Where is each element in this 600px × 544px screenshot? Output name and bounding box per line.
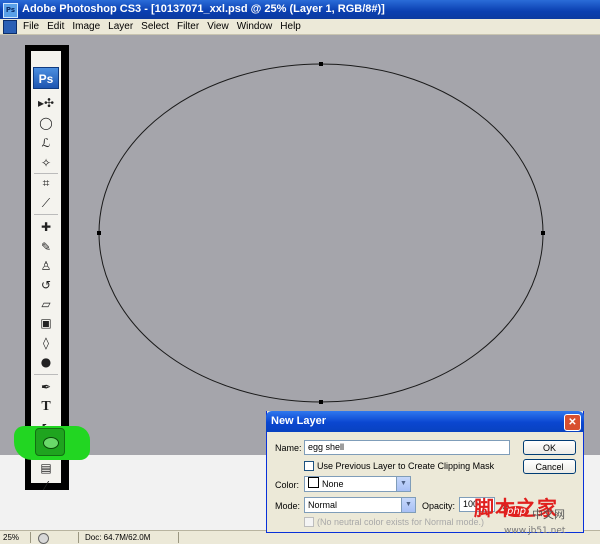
menu-image[interactable]: Image <box>68 19 104 34</box>
watermark-sub: 中文网 <box>532 508 565 521</box>
color-label: Color: <box>275 480 300 490</box>
chevron-down-icon[interactable]: ▼ <box>396 477 410 491</box>
ok-button[interactable]: OK <box>523 440 576 455</box>
menu-help[interactable]: Help <box>276 19 305 34</box>
watermark-url: www.jb51.net <box>504 526 566 536</box>
zoom-level[interactable]: 25% <box>3 531 19 544</box>
clipping-mask-checkbox[interactable] <box>304 461 314 471</box>
menu-window[interactable]: Window <box>233 19 277 34</box>
mode-label: Mode: <box>275 501 301 511</box>
name-label: Name: <box>275 443 302 453</box>
dialog-title: New Layer <box>271 415 327 427</box>
tools-panel: Ps ▸✣ ◯ ℒ ✧ ⌗ ⟋ ✚ ✎ ♙ ↺ ▱ ▣ ◊ ● ✒ T ↖ <box>25 45 69 490</box>
window-titlebar: Ps Adobe Photoshop CS3 - [10137071_xxl.p… <box>0 0 600 19</box>
healing-brush-icon[interactable]: ✚ <box>37 219 55 235</box>
ellipse-path <box>97 62 545 404</box>
chevron-down-icon[interactable]: ▼ <box>401 498 415 512</box>
dodge-icon[interactable]: ● <box>37 354 55 370</box>
menu-edit[interactable]: Edit <box>43 19 68 34</box>
photoshop-logo[interactable]: Ps <box>33 67 59 89</box>
menu-select[interactable]: Select <box>137 19 173 34</box>
menu-filter[interactable]: Filter <box>173 19 203 34</box>
cancel-button[interactable]: Cancel <box>523 459 576 474</box>
toolbar-divider <box>34 173 58 174</box>
opacity-label: Opacity: <box>422 501 456 511</box>
doc-size: Doc: 64.7M/62.0M <box>85 533 151 542</box>
pen-icon[interactable]: ✒ <box>37 379 55 395</box>
neutral-color-checkbox[interactable] <box>304 517 314 527</box>
navigator-icon[interactable] <box>38 533 49 544</box>
toolbar-divider <box>34 214 58 215</box>
status-divider <box>30 532 31 543</box>
magic-wand-icon[interactable]: ✧ <box>37 155 55 171</box>
menu-layer[interactable]: Layer <box>104 19 137 34</box>
status-divider <box>78 532 79 543</box>
status-divider <box>178 532 179 543</box>
history-brush-icon[interactable]: ↺ <box>37 277 55 293</box>
gradient-icon[interactable]: ▣ <box>37 315 55 331</box>
menu-bar: File Edit Image Layer Select Filter View… <box>0 19 600 35</box>
clipping-mask-label: Use Previous Layer to Create Clipping Ma… <box>317 461 495 471</box>
eraser-icon[interactable]: ▱ <box>37 296 55 312</box>
blur-icon[interactable]: ◊ <box>37 335 55 351</box>
move-tool-icon[interactable]: ▸✣ <box>37 95 55 111</box>
toolbar-divider <box>34 374 58 375</box>
window-title: Adobe Photoshop CS3 - [10137071_xxl.psd … <box>22 3 385 15</box>
clone-stamp-icon[interactable]: ♙ <box>37 258 55 274</box>
brush-icon[interactable]: ✎ <box>37 239 55 255</box>
color-select[interactable]: None ▼ <box>304 476 411 492</box>
dialog-titlebar[interactable]: New Layer ✕ <box>266 411 584 432</box>
crop-icon[interactable]: ⌗ <box>37 175 55 191</box>
eyedropper-icon[interactable]: ⁄ <box>37 478 55 494</box>
elliptical-marquee-icon[interactable]: ◯ <box>37 115 55 131</box>
notes-icon[interactable]: ▤ <box>37 460 55 476</box>
mode-select[interactable]: Normal ▼ <box>304 497 416 513</box>
menu-view[interactable]: View <box>203 19 233 34</box>
neutral-color-label: (No neutral color exists for Normal mode… <box>317 517 485 527</box>
close-icon[interactable]: ✕ <box>564 414 581 431</box>
app-icon: Ps <box>3 3 18 18</box>
shape-ellipse-icon[interactable] <box>35 428 65 456</box>
watermark-logo: 脚本之家 php 中文网 www.jb51.net <box>474 492 594 540</box>
color-swatch <box>308 477 319 488</box>
slice-icon[interactable]: ⟋ <box>37 195 55 211</box>
document-icon[interactable] <box>3 20 17 34</box>
menu-file[interactable]: File <box>19 19 43 34</box>
layer-name-input[interactable]: egg shell <box>304 440 510 455</box>
type-icon[interactable]: T <box>37 399 55 415</box>
mode-value: Normal <box>308 500 338 510</box>
color-value: None <box>322 479 344 489</box>
lasso-icon[interactable]: ℒ <box>37 135 55 151</box>
watermark-badge: php <box>504 506 530 517</box>
